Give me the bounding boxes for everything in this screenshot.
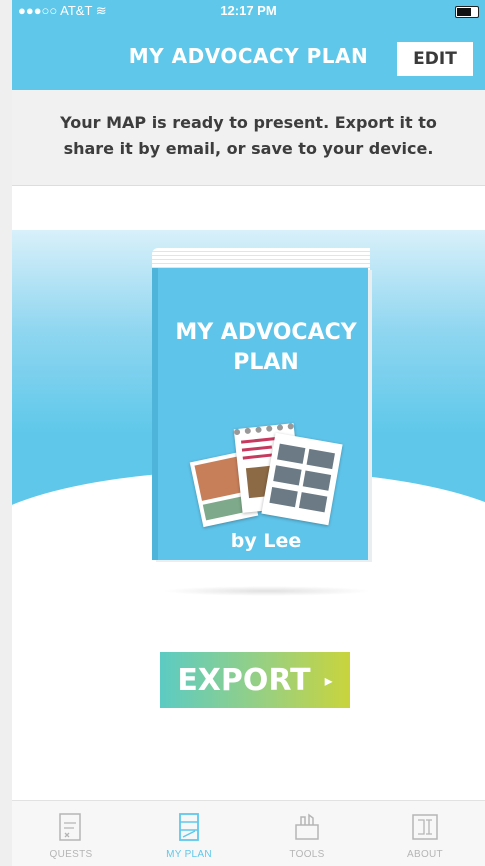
export-button[interactable]: EXPORT ▸: [160, 652, 350, 708]
battery-icon: [455, 6, 479, 18]
book-title: MY ADVOCACY PLAN: [164, 318, 368, 378]
status-time: 12:17 PM: [220, 3, 277, 18]
tab-about[interactable]: ABOUT: [366, 801, 484, 866]
book-cover: MY ADVOCACY PLAN by Lee: [152, 268, 368, 560]
tab-quests[interactable]: QUESTS: [12, 801, 130, 866]
phone-screen: ●●●○○ AT&T ≋ 12:17 PM MY ADVOCACY PLAN E…: [12, 0, 485, 866]
header: ●●●○○ AT&T ≋ 12:17 PM MY ADVOCACY PLAN E…: [12, 0, 485, 90]
book-title-line-1: MY ADVOCACY: [175, 320, 357, 345]
edit-button[interactable]: EDIT: [397, 42, 473, 76]
ready-notice: Your MAP is ready to present. Export it …: [12, 90, 485, 186]
about-icon: [412, 814, 438, 840]
tab-tools[interactable]: TOOLS: [248, 801, 366, 866]
export-label: EXPORT: [177, 662, 311, 698]
book-title-line-2: PLAN: [233, 350, 299, 375]
notice-line-2: share it by email, or save to your devic…: [63, 139, 434, 158]
play-arrow-icon: ▸: [324, 670, 333, 690]
tab-tools-label: TOOLS: [289, 849, 325, 860]
tab-bar: QUESTS MY PLAN TOOLS ABOUT: [12, 800, 485, 866]
book-byline: by Lee: [230, 530, 302, 552]
book-shadow: [162, 586, 372, 596]
tools-icon: [295, 813, 319, 840]
notice-line-1: Your MAP is ready to present. Export it …: [60, 113, 437, 132]
tab-quests-label: QUESTS: [49, 849, 93, 860]
status-bar: ●●●○○ AT&T ≋ 12:17 PM: [12, 0, 485, 20]
worksheet-illustration: [261, 432, 343, 526]
plan-book[interactable]: MY ADVOCACY PLAN by Lee: [152, 248, 370, 560]
tab-my-plan-label: MY PLAN: [166, 849, 212, 860]
quests-icon: [59, 813, 81, 841]
tab-about-label: ABOUT: [407, 849, 443, 860]
my-plan-icon: [179, 813, 199, 841]
tab-my-plan[interactable]: MY PLAN: [130, 801, 248, 866]
